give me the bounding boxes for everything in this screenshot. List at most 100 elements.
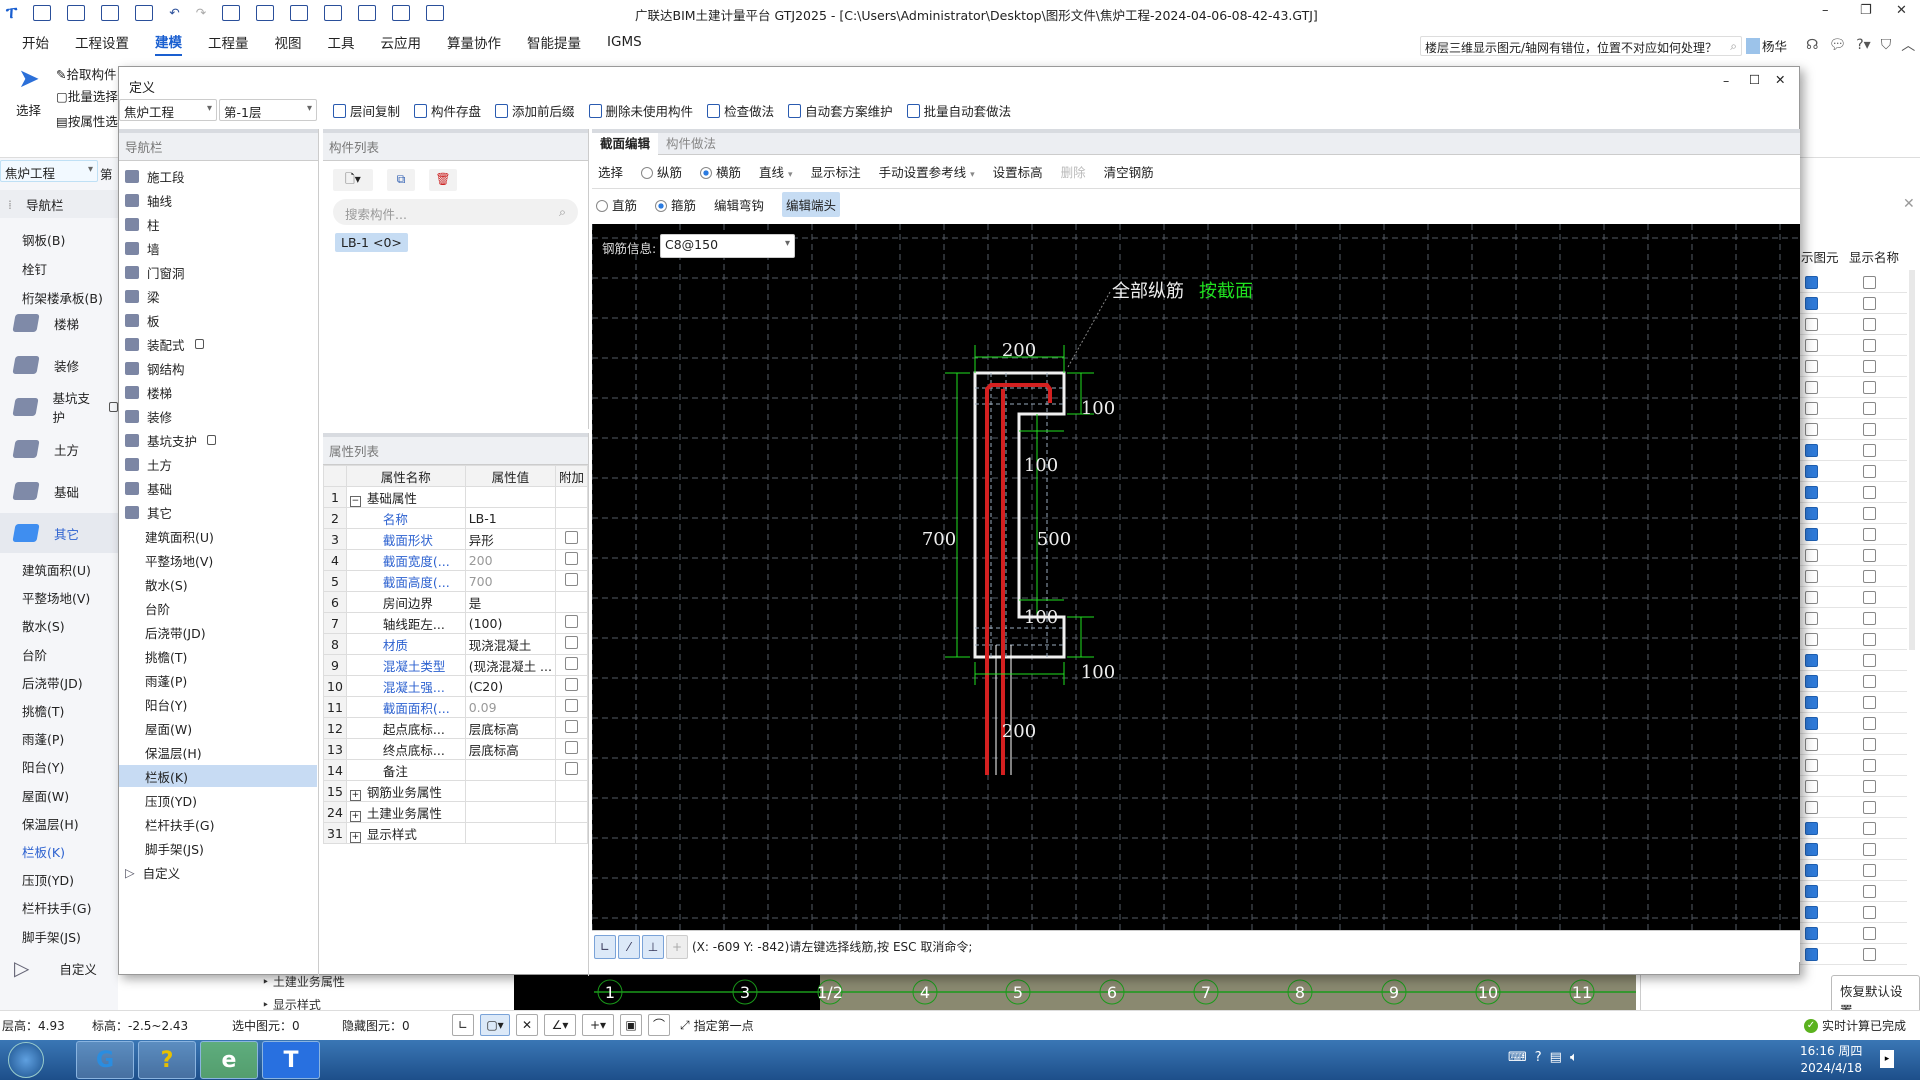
- show-element-checkbox[interactable]: [1805, 444, 1818, 457]
- close-icon[interactable]: ✕: [1896, 3, 1907, 18]
- edit-end-button[interactable]: 编辑端头: [782, 191, 841, 217]
- property-row[interactable]: 8 材质 现浇混凝土: [323, 633, 589, 655]
- main-nav-item[interactable]: 土方: [0, 429, 118, 469]
- attach-checkbox[interactable]: [564, 615, 578, 628]
- property-row[interactable]: 24 + 土建业务属性: [323, 801, 589, 823]
- clock[interactable]: 16:16 周四 2024/4/18: [1800, 1043, 1862, 1077]
- main-nav-item[interactable]: 基础: [0, 471, 118, 511]
- show-name-checkbox[interactable]: [1863, 528, 1876, 541]
- snap-box-icon[interactable]: ▢▾: [480, 1014, 510, 1036]
- nav-subitem[interactable]: 阳台(Y): [119, 693, 317, 715]
- main-nav-item[interactable]: 装修: [0, 345, 118, 385]
- select-by-attribute-button[interactable]: ▤按属性选: [56, 111, 118, 130]
- pick-component-button[interactable]: ✎拾取构件: [56, 64, 117, 83]
- toolbar-button-5[interactable]: 自动套方案维护: [788, 101, 893, 120]
- show-name-checkbox[interactable]: [1863, 486, 1876, 499]
- nav-subitem[interactable]: 建筑面积(U): [119, 525, 317, 547]
- tab-0[interactable]: 截面编辑: [592, 132, 659, 155]
- nav-item[interactable]: 柱: [125, 213, 315, 235]
- collapse-ribbon-icon[interactable]: ︿: [1901, 35, 1915, 55]
- show-element-checkbox[interactable]: [1805, 717, 1818, 730]
- skin-icon[interactable]: ⛉: [1881, 37, 1892, 53]
- property-row[interactable]: 11 截面面积(... 0.09: [323, 696, 589, 718]
- show-element-checkbox[interactable]: [1805, 801, 1818, 814]
- show-element-checkbox[interactable]: [1805, 738, 1818, 751]
- show-element-checkbox[interactable]: [1805, 948, 1818, 961]
- component-item[interactable]: LB-1 <0>: [335, 233, 408, 252]
- main-nav-subitem[interactable]: 平整场地(V): [22, 588, 90, 607]
- help-search-input[interactable]: 楼层三维显示图元/轴网有错位，位置不对应如何处理？ ⌕: [1420, 36, 1742, 56]
- main-project-select[interactable]: 焦炉工程: [0, 160, 98, 182]
- nav-subitem[interactable]: 散水(S): [119, 573, 317, 595]
- main-nav-subitem[interactable]: 保温层(H): [22, 814, 79, 833]
- menu-2[interactable]: 建模: [155, 31, 182, 56]
- tab-1[interactable]: 构件做法: [658, 133, 724, 155]
- main-nav-subitem[interactable]: 栏板(K): [22, 842, 65, 861]
- search-icon[interactable]: ⌕: [1730, 39, 1737, 54]
- menu-0[interactable]: 开始: [22, 32, 49, 55]
- show-name-checkbox[interactable]: [1863, 297, 1876, 310]
- edit-hook-button[interactable]: 编辑弯钩: [714, 195, 764, 214]
- nav-subitem[interactable]: 平整场地(V): [119, 549, 317, 571]
- show-name-checkbox[interactable]: [1863, 612, 1876, 625]
- drag-handle-icon[interactable]: ⁞: [8, 197, 12, 212]
- show-element-checkbox[interactable]: [1805, 381, 1818, 394]
- show-element-checkbox[interactable]: [1805, 339, 1818, 352]
- show-element-checkbox[interactable]: [1805, 549, 1818, 562]
- attach-checkbox[interactable]: [564, 720, 578, 733]
- show-element-checkbox[interactable]: [1805, 927, 1818, 940]
- main-nav-item[interactable]: 其它: [0, 513, 118, 553]
- show-name-checkbox[interactable]: [1863, 339, 1876, 352]
- toolbar-button-3[interactable]: 删除未使用构件: [588, 101, 693, 120]
- show-element-checkbox[interactable]: [1805, 654, 1818, 667]
- radio-straight[interactable]: 直筋: [596, 195, 637, 214]
- nav-subitem[interactable]: 雨蓬(P): [119, 669, 317, 691]
- main-nav-item[interactable]: 基坑支护: [0, 387, 118, 427]
- show-name-checkbox[interactable]: [1863, 696, 1876, 709]
- main-nav-item[interactable]: 栓钉: [22, 259, 47, 278]
- show-element-checkbox[interactable]: [1805, 864, 1818, 877]
- show-element-checkbox[interactable]: [1805, 570, 1818, 583]
- property-value[interactable]: [464, 759, 556, 781]
- dialog-maximize-icon[interactable]: ☐: [1749, 72, 1760, 87]
- expand-icon[interactable]: +: [349, 789, 361, 801]
- show-element-checkbox[interactable]: [1805, 528, 1818, 541]
- nav-subitem[interactable]: 挑檐(T): [119, 645, 317, 667]
- grid-icon[interactable]: [324, 4, 343, 21]
- toolbar-button-1[interactable]: 构件存盘: [414, 101, 481, 120]
- nav-item-custom[interactable]: ▷ 自定义: [125, 861, 315, 883]
- attach-checkbox[interactable]: [564, 762, 578, 775]
- property-value[interactable]: [464, 780, 556, 802]
- main-nav-subitem[interactable]: 后浇带(JD): [22, 673, 83, 692]
- show-element-checkbox[interactable]: [1805, 423, 1818, 436]
- main-nav-item[interactable]: 钢板(B): [22, 230, 65, 249]
- taskbar-app-help[interactable]: ?: [138, 1041, 196, 1079]
- select-button[interactable]: 选择: [16, 100, 41, 119]
- main-nav-subitem[interactable]: 压顶(YD): [22, 870, 74, 889]
- show-name-checkbox[interactable]: [1863, 465, 1876, 478]
- open-folder-icon[interactable]: [101, 4, 120, 21]
- upload-icon[interactable]: [33, 4, 52, 21]
- property-row[interactable]: 14 备注: [323, 759, 589, 781]
- show-element-checkbox[interactable]: [1805, 885, 1818, 898]
- show-name-checkbox[interactable]: [1863, 780, 1876, 793]
- show-name-checkbox[interactable]: [1863, 822, 1876, 835]
- expand-icon[interactable]: +: [349, 810, 361, 822]
- attach-checkbox[interactable]: [564, 636, 578, 649]
- orthogonal-icon[interactable]: ∟: [452, 1014, 474, 1036]
- toolbar-button-6[interactable]: 批量自动套做法: [906, 101, 1011, 120]
- show-element-checkbox[interactable]: [1805, 612, 1818, 625]
- show-name-checkbox[interactable]: [1863, 402, 1876, 415]
- show-element-checkbox[interactable]: [1805, 822, 1818, 835]
- show-dimension-button[interactable]: 显示标注: [811, 162, 861, 181]
- help-tray-icon[interactable]: ?: [1535, 1050, 1542, 1065]
- property-row[interactable]: 5 截面高度(... 700: [323, 570, 589, 592]
- main-nav-subitem[interactable]: 挑檐(T): [22, 701, 64, 720]
- taskbar-app-gtj[interactable]: T: [262, 1041, 320, 1079]
- property-value[interactable]: 200: [464, 549, 556, 571]
- property-value[interactable]: [464, 822, 556, 844]
- keyboard-icon[interactable]: ⌨: [1508, 1050, 1527, 1065]
- table-icon[interactable]: [290, 4, 309, 21]
- undo-icon[interactable]: ↶: [169, 5, 179, 20]
- select-cursor-icon[interactable]: ➤: [18, 64, 40, 94]
